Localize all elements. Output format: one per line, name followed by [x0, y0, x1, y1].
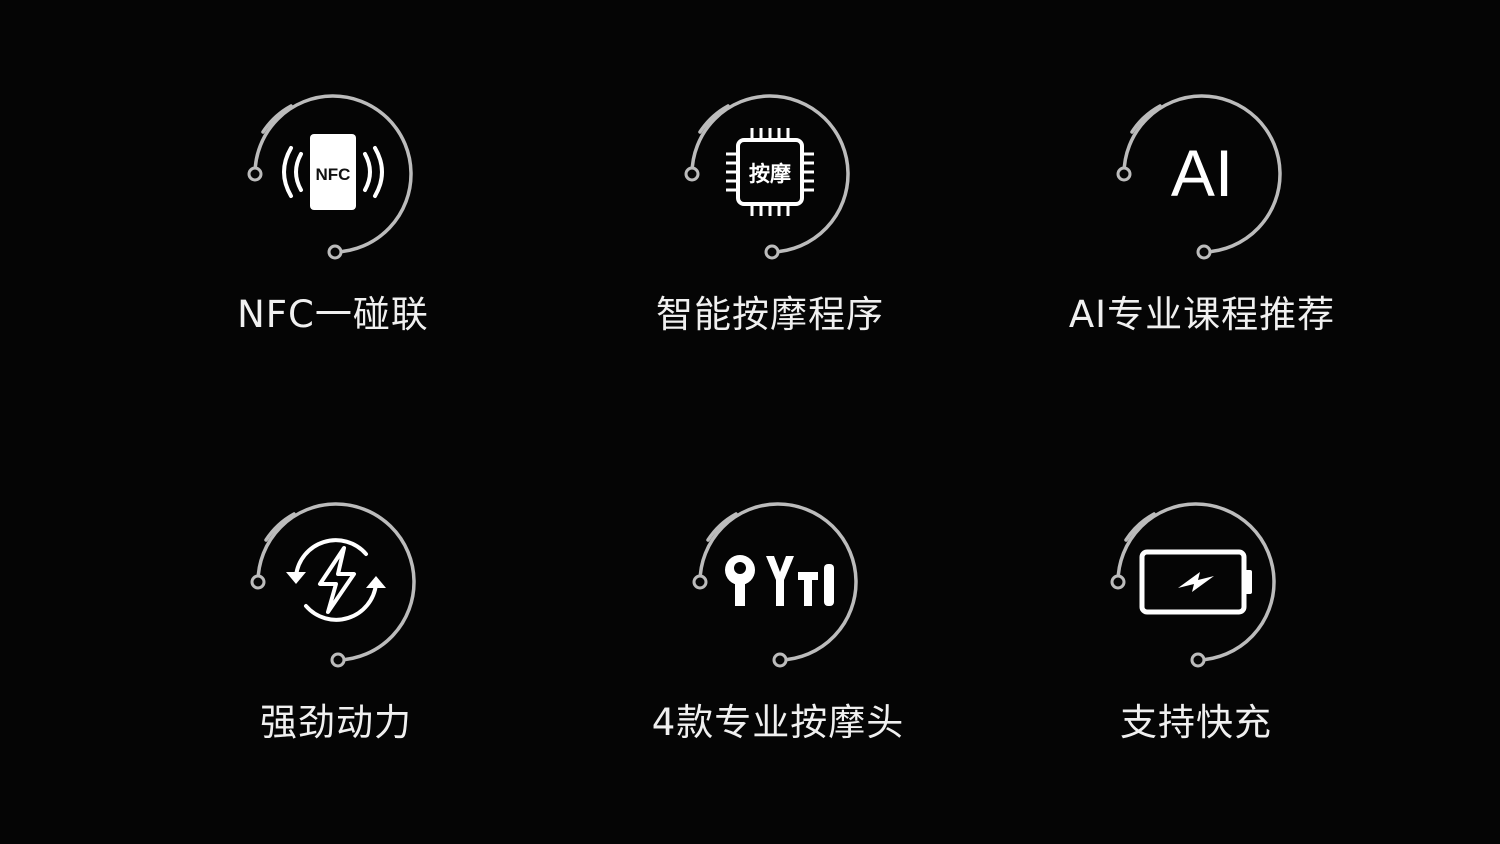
- feature-label: NFC一碰联: [237, 293, 429, 336]
- feature-power: 强劲动力: [176, 480, 496, 746]
- feature-heads: 4款专业按摩头: [618, 480, 938, 746]
- battery-charge-icon: [1110, 502, 1276, 668]
- svg-text:NFC: NFC: [316, 165, 351, 184]
- feature-program: 按摩 智能按摩程序: [610, 72, 930, 338]
- feature-label: 4款专业按摩头: [651, 701, 905, 744]
- lightning-cycle-icon: [250, 502, 416, 668]
- feature-label: 强劲动力: [260, 701, 412, 744]
- chip-icon: 按摩: [684, 94, 850, 260]
- massage-heads-icon: [692, 502, 858, 668]
- feature-label: AI专业课程推荐: [1068, 293, 1336, 336]
- feature-label: 支持快充: [1120, 701, 1272, 744]
- nfc-phone-icon: NFC: [247, 94, 413, 260]
- svg-text:AI: AI: [1171, 136, 1233, 210]
- feature-label: 智能按摩程序: [656, 293, 884, 336]
- feature-charge: 支持快充: [1036, 480, 1356, 746]
- feature-ai: AI AI专业课程推荐: [1042, 72, 1362, 338]
- feature-nfc: NFC NFC一碰联: [173, 72, 493, 338]
- svg-text:按摩: 按摩: [749, 162, 791, 186]
- ai-icon: AI: [1116, 94, 1282, 260]
